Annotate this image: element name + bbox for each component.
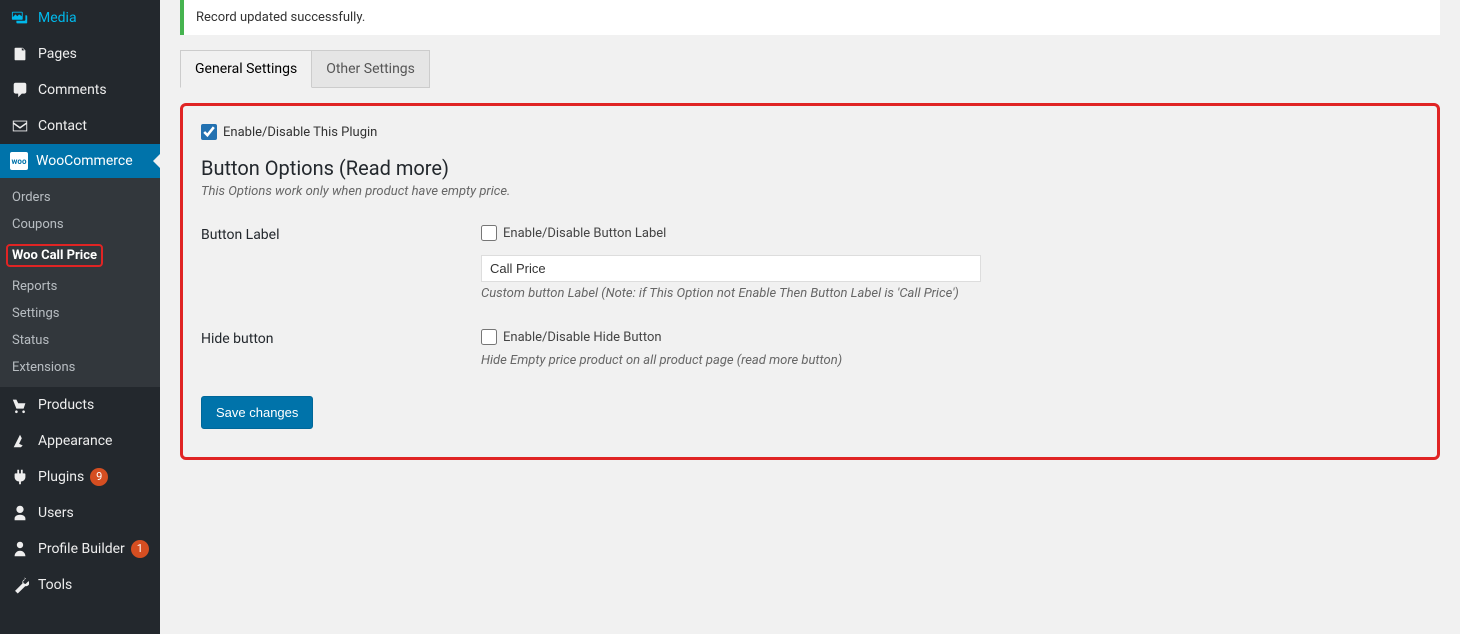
sidebar-item-label: Plugins (38, 469, 84, 485)
sidebar-sub-settings[interactable]: Settings (0, 300, 160, 327)
success-notice: Record updated successfully. (180, 0, 1440, 35)
sidebar-item-plugins[interactable]: Plugins 9 (0, 459, 160, 495)
sidebar-item-users[interactable]: Users (0, 495, 160, 531)
sidebar-item-comments[interactable]: Comments (0, 72, 160, 108)
sidebar-item-label: Products (38, 397, 94, 413)
section-title: Button Options (Read more) (201, 156, 1419, 180)
sidebar-sub-status[interactable]: Status (0, 327, 160, 354)
settings-panel: Enable/Disable This Plugin Button Option… (180, 103, 1440, 460)
sidebar-item-label: Profile Builder (38, 541, 125, 557)
notice-text: Record updated successfully. (196, 10, 365, 25)
row-hide-button: Hide button Enable/Disable Hide Button H… (201, 329, 1419, 368)
button-label-hint: Custom button Label (Note: if This Optio… (481, 286, 1419, 301)
sidebar-item-label: Users (38, 505, 74, 521)
sidebar-item-media[interactable]: Media (0, 0, 160, 36)
products-icon (10, 395, 30, 415)
button-label-input[interactable] (481, 255, 981, 282)
sidebar-item-woocommerce[interactable]: woo WooCommerce (0, 144, 160, 178)
tab-other-settings[interactable]: Other Settings (312, 50, 430, 88)
enable-plugin-label: Enable/Disable This Plugin (223, 125, 377, 140)
settings-tabs: General Settings Other Settings (180, 50, 1440, 88)
media-icon (10, 8, 30, 28)
sidebar-sub-extensions[interactable]: Extensions (0, 354, 160, 381)
sidebar-sub-orders[interactable]: Orders (0, 184, 160, 211)
tab-general-settings[interactable]: General Settings (180, 50, 312, 88)
sidebar-item-products[interactable]: Products (0, 387, 160, 423)
sidebar-item-appearance[interactable]: Appearance (0, 423, 160, 459)
sidebar-item-label: Media (38, 10, 77, 26)
sidebar-item-pages[interactable]: Pages (0, 36, 160, 72)
section-description: This Options work only when product have… (201, 184, 1419, 199)
sidebar-item-label: Appearance (38, 433, 112, 449)
contact-icon (10, 116, 30, 136)
tools-icon (10, 575, 30, 595)
plugins-badge: 9 (90, 468, 108, 486)
enable-hide-button-text: Enable/Disable Hide Button (503, 330, 662, 345)
plugins-icon (10, 467, 30, 487)
sidebar-item-label: Contact (38, 118, 87, 134)
field-label: Button Label (201, 225, 481, 243)
appearance-icon (10, 431, 30, 451)
sidebar-item-label: Pages (38, 46, 77, 62)
admin-sidebar: Media Pages Comments Contact woo WooComm… (0, 0, 160, 634)
row-button-label: Button Label Enable/Disable Button Label… (201, 225, 1419, 301)
sidebar-item-tools[interactable]: Tools (0, 567, 160, 603)
enable-button-label-text: Enable/Disable Button Label (503, 226, 666, 241)
sidebar-sub-coupons[interactable]: Coupons (0, 211, 160, 238)
sidebar-submenu: Orders Coupons Woo Call Price Reports Se… (0, 178, 160, 387)
comments-icon (10, 80, 30, 100)
sidebar-item-label: WooCommerce (36, 153, 133, 169)
pages-icon (10, 44, 30, 64)
enable-button-label-checkbox[interactable] (481, 225, 497, 241)
enable-hide-button-checkbox[interactable] (481, 329, 497, 345)
hide-button-hint: Hide Empty price product on all product … (481, 353, 1419, 368)
woocommerce-icon: woo (10, 152, 28, 170)
sidebar-sub-reports[interactable]: Reports (0, 273, 160, 300)
sidebar-item-contact[interactable]: Contact (0, 108, 160, 144)
sidebar-item-profile-builder[interactable]: Profile Builder 1 (0, 531, 160, 567)
sidebar-sub-woo-call-price[interactable]: Woo Call Price (0, 238, 160, 273)
main-content: Record updated successfully. General Set… (160, 0, 1460, 634)
field-label: Hide button (201, 329, 481, 347)
save-button[interactable]: Save changes (201, 396, 313, 429)
sidebar-item-label: Comments (38, 82, 107, 98)
profile-badge: 1 (131, 540, 149, 558)
profile-icon (10, 539, 30, 559)
users-icon (10, 503, 30, 523)
enable-plugin-checkbox[interactable] (201, 124, 217, 140)
sidebar-item-label: Tools (38, 577, 72, 593)
